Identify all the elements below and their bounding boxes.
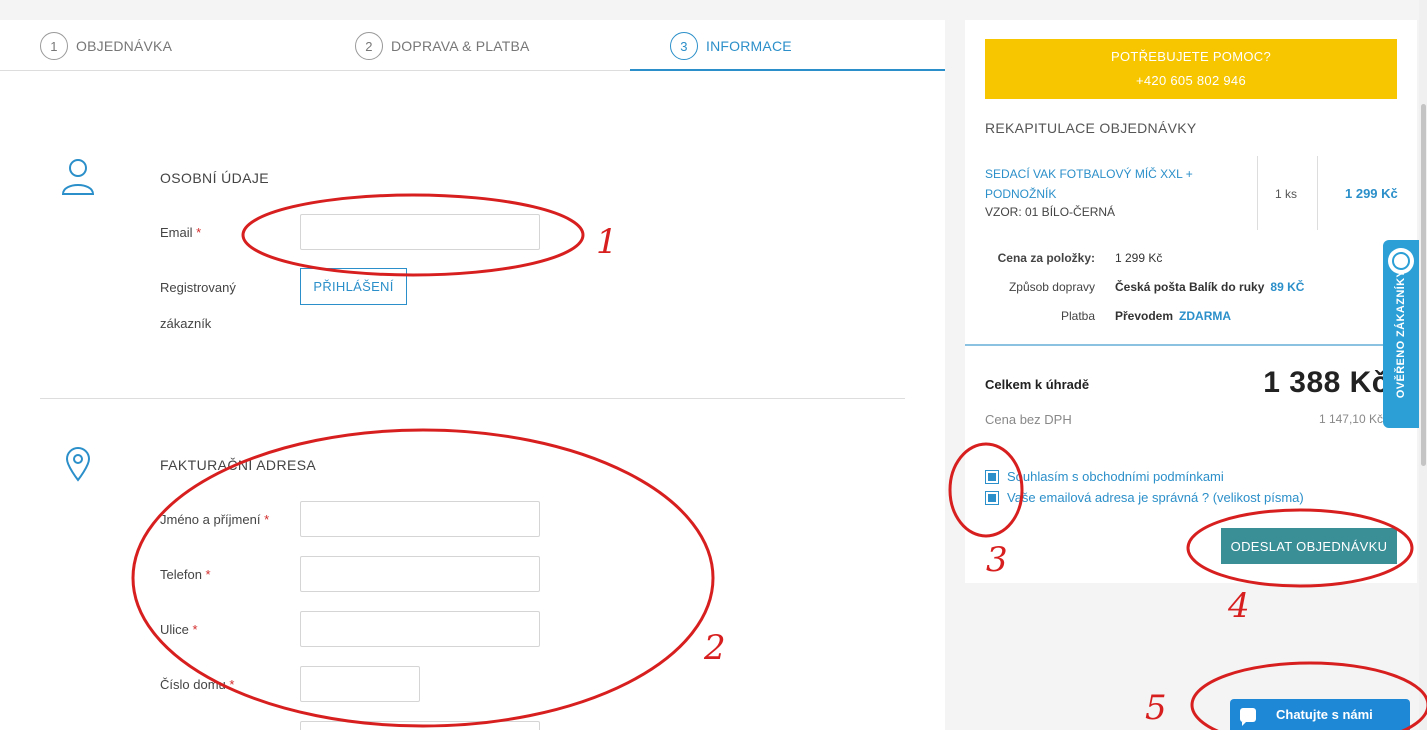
no-vat-value: 1 147,10 Kč bbox=[1318, 412, 1383, 426]
email-label: Email * bbox=[160, 225, 202, 240]
street-input[interactable] bbox=[300, 611, 540, 647]
help-box[interactable]: POTŘEBUJETE POMOC? +420 605 802 946 bbox=[985, 39, 1397, 99]
total-label: Celkem k úhradě bbox=[985, 377, 1090, 392]
total-value: 1 388 Kč bbox=[1263, 366, 1389, 399]
items-price-value: 1 299 Kč bbox=[1115, 251, 1163, 265]
step-label: DOPRAVA & PLATBA bbox=[391, 38, 530, 54]
recap-title: REKAPITULACE OBJEDNÁVKY bbox=[985, 120, 1197, 136]
submit-order-button[interactable]: ODESLAT OBJEDNÁVKU bbox=[1221, 528, 1397, 564]
product-quantity: 1 ks bbox=[1275, 187, 1298, 201]
help-phone[interactable]: +420 605 802 946 bbox=[985, 69, 1397, 93]
shipping-price: 89 KČ bbox=[1270, 280, 1305, 294]
chat-bubble-icon bbox=[1240, 707, 1256, 726]
step-label: INFORMACE bbox=[706, 38, 792, 54]
billing-section-title: FAKTURAČNÍ ADRESA bbox=[160, 457, 317, 473]
checkout-steps: 1 OBJEDNÁVKA 2 DOPRAVA & PLATBA 3 INFORM… bbox=[0, 20, 945, 71]
name-label: Jméno a příjmení * bbox=[160, 512, 270, 527]
annotation-number-5: 5 bbox=[1145, 688, 1167, 728]
annotation-number-2: 2 bbox=[704, 628, 726, 668]
shipping-label: Způsob dopravy bbox=[1008, 280, 1095, 294]
registered-label: Registrovaný bbox=[160, 280, 236, 295]
email-confirm-checkbox-row[interactable]: Vaše emailová adresa je správná ? (velik… bbox=[985, 490, 1304, 505]
chat-button[interactable]: Chatujte s námi bbox=[1230, 699, 1410, 730]
help-title: POTŘEBUJETE POMOC? bbox=[1111, 49, 1271, 64]
payment-price: ZDARMA bbox=[1179, 309, 1232, 323]
step-shipping-payment[interactable]: 2 DOPRAVA & PLATBA bbox=[355, 32, 530, 60]
column-divider bbox=[1257, 156, 1258, 230]
payment-label: Platba bbox=[1060, 309, 1095, 323]
terms-checkbox[interactable] bbox=[985, 469, 999, 484]
payment-value: Převodem ZDARMA bbox=[1115, 309, 1232, 323]
trust-badge-label: OVĚŘENO ZÁKAZNÍKY bbox=[1395, 269, 1407, 399]
product-name-link[interactable]: SEDACÍ VAK FOTBALOVÝ MÍČ XXL + PODNOŽNÍK bbox=[985, 164, 1215, 204]
step-number: 1 bbox=[40, 32, 68, 60]
house-number-label: Číslo domu * bbox=[160, 677, 235, 692]
registered-label-cont: zákazník bbox=[160, 316, 212, 331]
chat-label: Chatujte s námi bbox=[1276, 707, 1373, 722]
product-price: 1 299 Kč bbox=[1345, 186, 1398, 201]
summary-separator bbox=[965, 344, 1417, 346]
step-number: 3 bbox=[670, 32, 698, 60]
shipping-value: Česká pošta Balík do ruky 89 KČ bbox=[1115, 280, 1305, 294]
items-price-label: Cena za položky: bbox=[997, 251, 1095, 265]
product-variant: VZOR: 01 BÍLO-ČERNÁ bbox=[985, 205, 1116, 219]
personal-section-title: OSOBNÍ ÚDAJE bbox=[160, 170, 270, 186]
next-input[interactable] bbox=[300, 721, 540, 730]
email-confirm-label[interactable]: Vaše emailová adresa je správná ? (velik… bbox=[1007, 490, 1304, 505]
house-number-input[interactable] bbox=[300, 666, 420, 702]
required-mark: * bbox=[196, 225, 202, 240]
section-divider bbox=[40, 398, 905, 399]
step-label: OBJEDNÁVKA bbox=[76, 38, 173, 54]
terms-checkbox-row[interactable]: Souhlasím s obchodními podmínkami bbox=[985, 469, 1224, 484]
annotation-number-4: 4 bbox=[1228, 586, 1250, 626]
terms-label[interactable]: Souhlasím s obchodními podmínkami bbox=[1007, 469, 1224, 484]
no-vat-label: Cena bez DPH bbox=[985, 412, 1072, 427]
annotation-number-3: 3 bbox=[986, 540, 1008, 580]
annotation-number-1: 1 bbox=[596, 222, 618, 262]
phone-label: Telefon * bbox=[160, 567, 211, 582]
scrollbar-thumb[interactable] bbox=[1421, 104, 1426, 466]
step-order[interactable]: 1 OBJEDNÁVKA bbox=[40, 32, 172, 60]
column-divider bbox=[1317, 156, 1318, 230]
email-confirm-checkbox[interactable] bbox=[985, 490, 999, 505]
email-input[interactable] bbox=[300, 214, 540, 250]
step-information[interactable]: 3 INFORMACE bbox=[670, 32, 792, 60]
phone-input[interactable] bbox=[300, 556, 540, 592]
checkout-form-panel: 1 OBJEDNÁVKA 2 DOPRAVA & PLATBA 3 INFORM… bbox=[0, 20, 945, 730]
user-icon bbox=[61, 159, 95, 195]
step-number: 2 bbox=[355, 32, 383, 60]
active-step-indicator bbox=[630, 69, 945, 71]
location-pin-icon bbox=[65, 447, 91, 482]
street-label: Ulice * bbox=[160, 622, 198, 637]
order-summary-panel: POTŘEBUJETE POMOC? +420 605 802 946 REKA… bbox=[965, 20, 1417, 583]
login-button[interactable]: PŘIHLÁŠENÍ bbox=[300, 268, 407, 305]
name-input[interactable] bbox=[300, 501, 540, 537]
